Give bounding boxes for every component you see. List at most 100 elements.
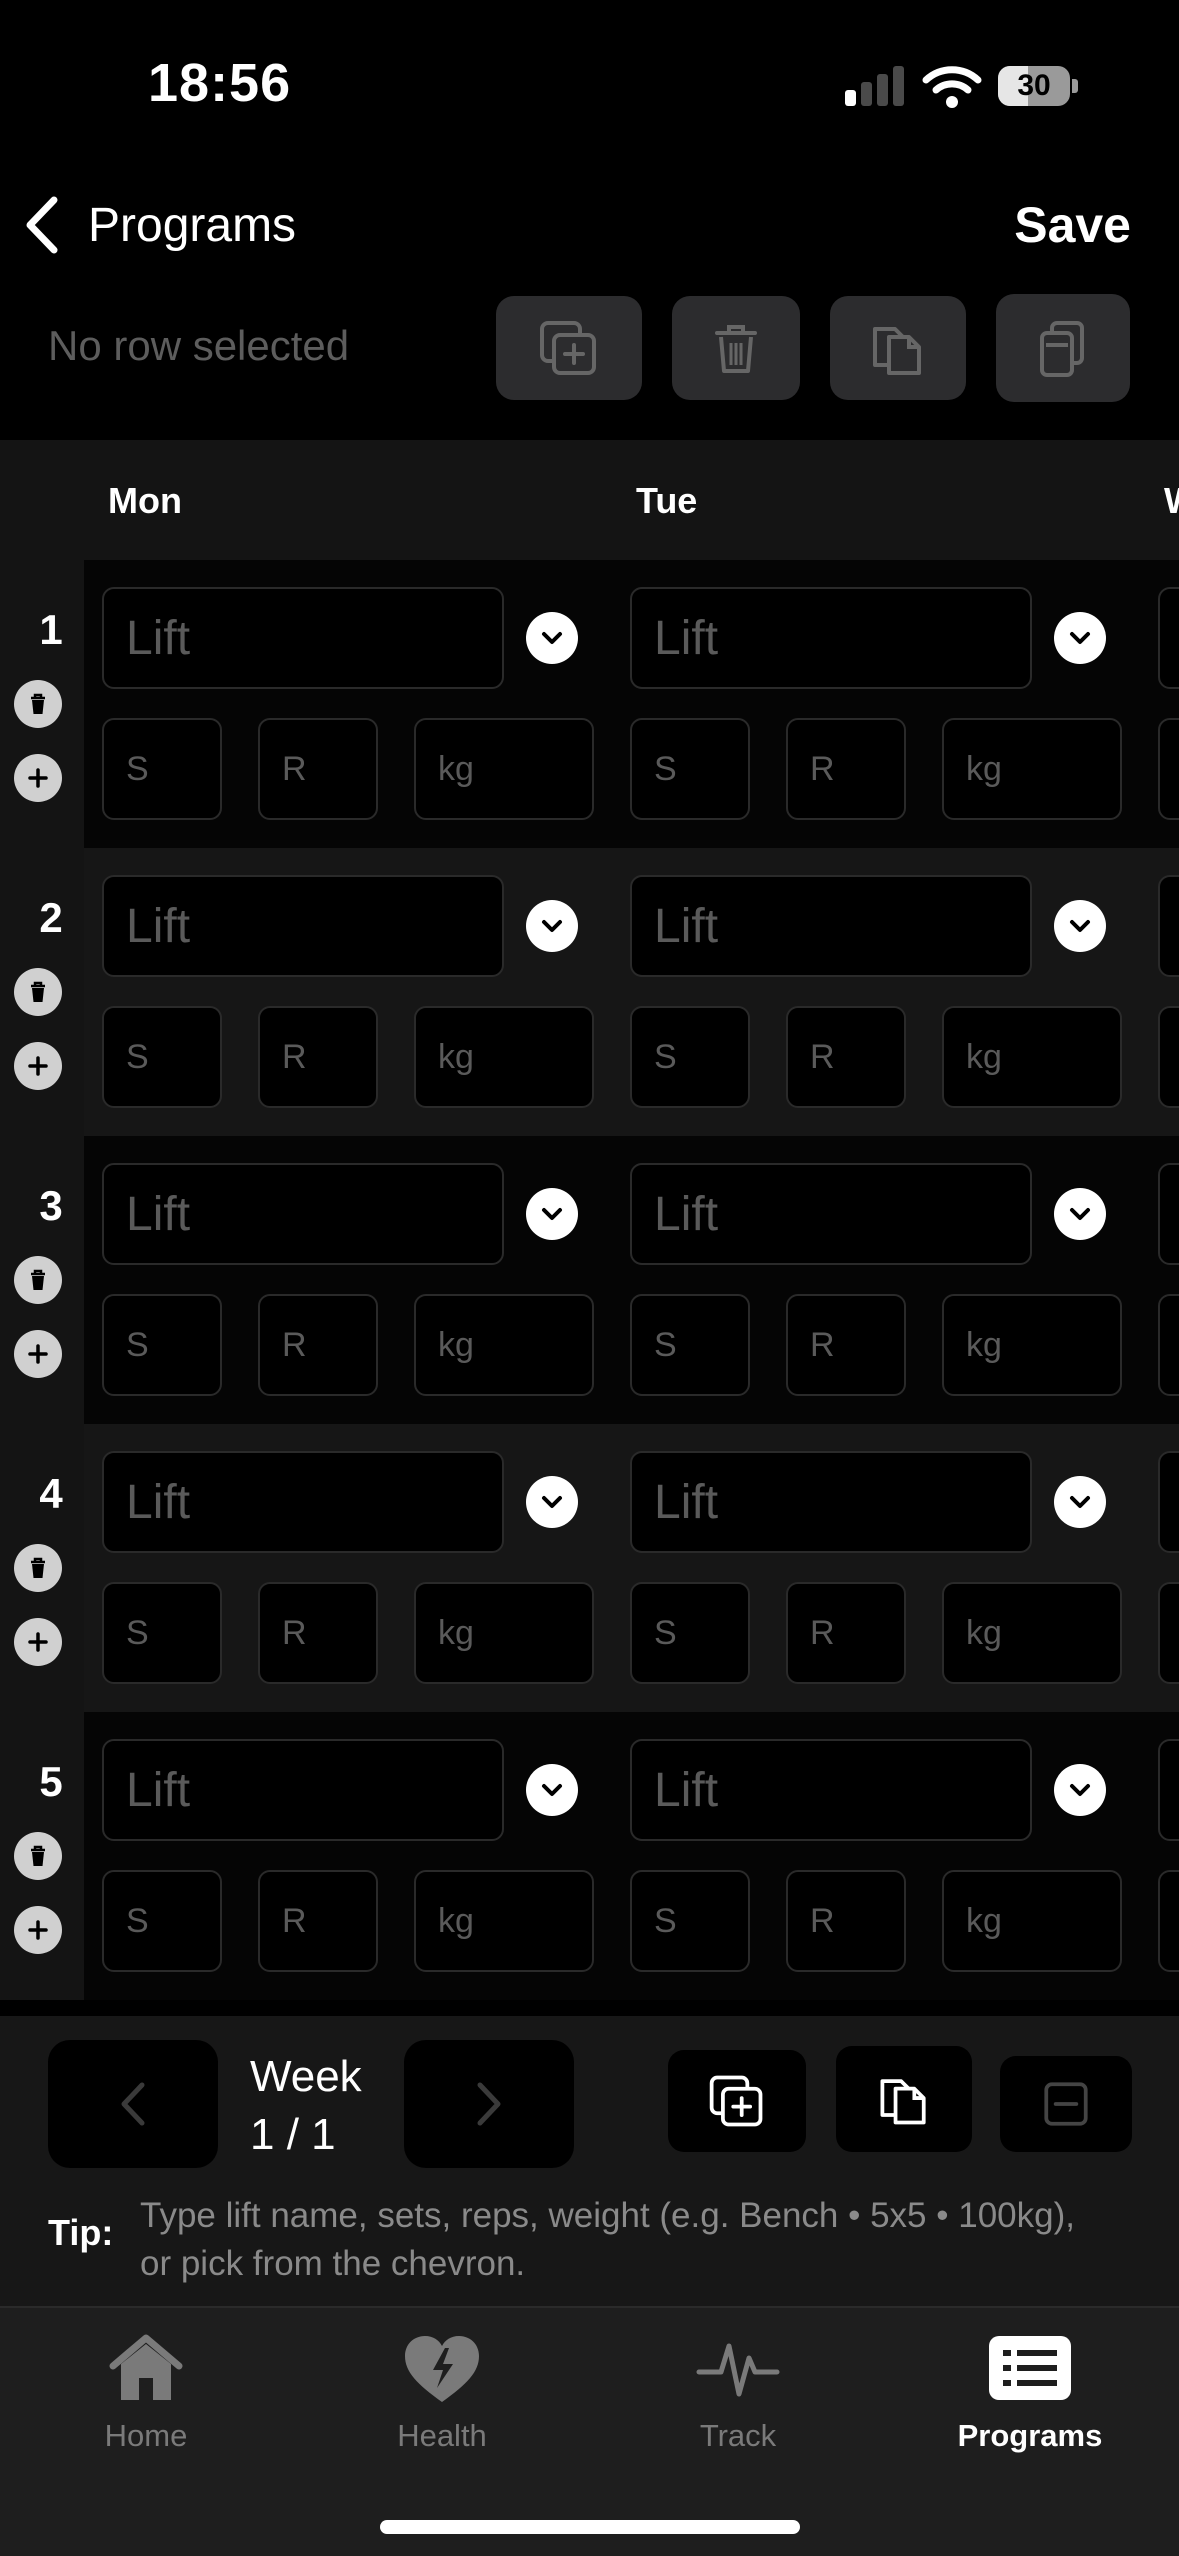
- weight-input[interactable]: kg: [414, 1582, 594, 1684]
- reps-input[interactable]: R: [258, 1582, 378, 1684]
- lift-input[interactable]: Lift: [1158, 1451, 1179, 1553]
- list-card-icon: [989, 2336, 1071, 2400]
- chevron-down-icon[interactable]: [1054, 1476, 1106, 1528]
- lift-input[interactable]: Lift: [630, 587, 1032, 689]
- copy-doc-icon: [880, 2079, 926, 2125]
- add-row-icon[interactable]: [14, 1330, 62, 1378]
- lift-input[interactable]: Lift: [630, 875, 1032, 977]
- chevron-down-icon[interactable]: [526, 900, 578, 952]
- add-row-icon[interactable]: [14, 1042, 62, 1090]
- remove-week-button[interactable]: [1000, 2056, 1132, 2152]
- tab-track-label: Track: [699, 2418, 777, 2453]
- house-icon: [109, 2334, 183, 2400]
- chevron-down-icon[interactable]: [526, 1188, 578, 1240]
- lift-input[interactable]: Lift: [1158, 875, 1179, 977]
- lift-input[interactable]: Lift: [630, 1451, 1032, 1553]
- reps-input[interactable]: R: [258, 1006, 378, 1108]
- lift-input[interactable]: Lift: [630, 1163, 1032, 1265]
- delete-row-icon[interactable]: [14, 1256, 62, 1304]
- weight-input[interactable]: kg: [942, 1870, 1122, 1972]
- previous-week-button[interactable]: [48, 2040, 218, 2168]
- delete-row-button[interactable]: [672, 296, 800, 400]
- save-button[interactable]: Save: [1014, 196, 1131, 254]
- reps-input[interactable]: R: [258, 1294, 378, 1396]
- tab-programs[interactable]: Programs: [910, 2328, 1150, 2478]
- paste-row-button[interactable]: [996, 294, 1130, 402]
- weight-input[interactable]: kg: [414, 1006, 594, 1108]
- weight-input[interactable]: kg: [942, 1582, 1122, 1684]
- sets-input[interactable]: S: [102, 1582, 222, 1684]
- weight-input[interactable]: kg: [414, 1870, 594, 1972]
- sets-input[interactable]: S: [1158, 1870, 1179, 1972]
- sets-input[interactable]: S: [1158, 1582, 1179, 1684]
- weight-input[interactable]: kg: [942, 1006, 1122, 1108]
- lift-input[interactable]: Lift: [630, 1739, 1032, 1841]
- reps-input[interactable]: R: [786, 1006, 906, 1108]
- reps-input[interactable]: R: [786, 718, 906, 820]
- reps-input[interactable]: R: [258, 1870, 378, 1972]
- sets-input[interactable]: S: [1158, 718, 1179, 820]
- lift-input[interactable]: Lift: [1158, 587, 1179, 689]
- add-row-icon[interactable]: [14, 1906, 62, 1954]
- delete-row-icon[interactable]: [14, 1832, 62, 1880]
- battery-icon: 30: [998, 66, 1078, 106]
- chevron-left-icon: [26, 196, 58, 254]
- next-week-button[interactable]: [404, 2040, 574, 2168]
- lift-input[interactable]: Lift: [1158, 1739, 1179, 1841]
- sets-input[interactable]: S: [1158, 1294, 1179, 1396]
- copy-week-button[interactable]: [836, 2046, 972, 2152]
- duplicate-row-button[interactable]: [496, 296, 642, 400]
- sets-input[interactable]: S: [102, 1870, 222, 1972]
- program-grid: Mon Tue W 1LiftSRkgLiftSRkgLiftSRkg2Lift…: [0, 440, 1179, 2000]
- chevron-down-icon[interactable]: [1054, 1764, 1106, 1816]
- sets-input[interactable]: S: [102, 718, 222, 820]
- row-number: 4: [39, 1470, 63, 1517]
- lift-input[interactable]: Lift: [102, 1739, 504, 1841]
- chevron-down-icon[interactable]: [1054, 900, 1106, 952]
- reps-input[interactable]: R: [258, 718, 378, 820]
- tab-home[interactable]: Home: [26, 2328, 266, 2478]
- tab-health-label: Health: [397, 2418, 487, 2453]
- lift-input[interactable]: Lift: [102, 1163, 504, 1265]
- delete-row-icon[interactable]: [14, 968, 62, 1016]
- copy-doc-icon: [873, 327, 921, 375]
- sets-input[interactable]: S: [630, 718, 750, 820]
- weight-input[interactable]: kg: [414, 718, 594, 820]
- chevron-down-icon[interactable]: [526, 1764, 578, 1816]
- lift-input[interactable]: Lift: [102, 587, 504, 689]
- reps-input[interactable]: R: [786, 1294, 906, 1396]
- weight-input[interactable]: kg: [942, 718, 1122, 820]
- reps-input[interactable]: R: [786, 1870, 906, 1972]
- paste-clipboard-icon: [1040, 321, 1084, 377]
- chevron-down-icon[interactable]: [526, 1476, 578, 1528]
- tab-health[interactable]: Health: [322, 2328, 562, 2478]
- chevron-down-icon[interactable]: [526, 612, 578, 664]
- copy-row-button[interactable]: [830, 296, 966, 400]
- lift-input[interactable]: Lift: [1158, 1163, 1179, 1265]
- duplicate-week-button[interactable]: [668, 2050, 806, 2152]
- week-indicator: Week 1 / 1: [250, 2048, 362, 2164]
- weight-input[interactable]: kg: [414, 1294, 594, 1396]
- lift-input[interactable]: Lift: [102, 1451, 504, 1553]
- sets-input[interactable]: S: [102, 1006, 222, 1108]
- add-row-icon[interactable]: [14, 754, 62, 802]
- add-row-icon[interactable]: [14, 1618, 62, 1666]
- back-button[interactable]: Programs: [22, 190, 296, 260]
- chevron-down-icon[interactable]: [1054, 1188, 1106, 1240]
- tab-track[interactable]: Track: [618, 2328, 858, 2478]
- weight-input[interactable]: kg: [942, 1294, 1122, 1396]
- trash-icon: [715, 325, 757, 373]
- sets-input[interactable]: S: [1158, 1006, 1179, 1108]
- chevron-down-icon[interactable]: [1054, 612, 1106, 664]
- delete-row-icon[interactable]: [14, 680, 62, 728]
- row-number: 3: [39, 1182, 63, 1229]
- lift-input[interactable]: Lift: [102, 875, 504, 977]
- sets-input[interactable]: S: [630, 1294, 750, 1396]
- sets-input[interactable]: S: [630, 1870, 750, 1972]
- sets-input[interactable]: S: [630, 1006, 750, 1108]
- delete-row-icon[interactable]: [14, 1544, 62, 1592]
- minus-square-icon: [1044, 2082, 1088, 2126]
- sets-input[interactable]: S: [630, 1582, 750, 1684]
- reps-input[interactable]: R: [786, 1582, 906, 1684]
- sets-input[interactable]: S: [102, 1294, 222, 1396]
